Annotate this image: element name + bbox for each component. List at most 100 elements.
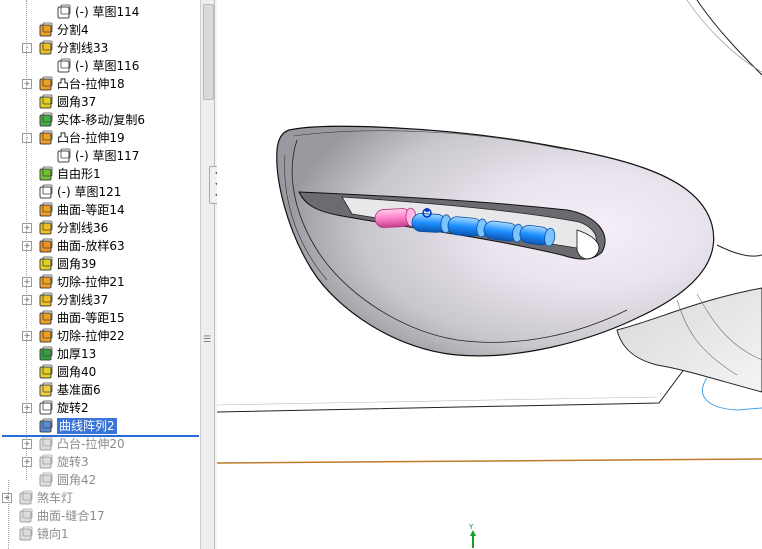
pattern-instance-cylinder bbox=[411, 213, 452, 234]
feature-tree-item[interactable]: + 切除-拉伸21 bbox=[0, 273, 200, 291]
plane-icon bbox=[38, 382, 54, 398]
feature-tree-item[interactable]: 曲面-缝合17 bbox=[0, 507, 200, 525]
feature-tree-item-label: 旋转3 bbox=[57, 455, 89, 469]
feature-tree-item[interactable]: - 凸台-拉伸19 bbox=[0, 129, 200, 147]
split-icon bbox=[38, 22, 54, 38]
feature-tree-item-label: 凸台-拉伸19 bbox=[57, 131, 125, 145]
sketch-icon bbox=[56, 4, 72, 20]
boss-extrude-icon bbox=[38, 130, 54, 146]
coordinate-triad-icon: Y bbox=[465, 522, 481, 549]
fillet-icon bbox=[38, 364, 54, 380]
feature-tree-item-label: 圆角40 bbox=[57, 365, 97, 379]
feature-tree-item-label: 凸台-拉伸18 bbox=[57, 77, 125, 91]
feature-tree-item[interactable]: + 分割线37 bbox=[0, 291, 200, 309]
expand-icon[interactable]: + bbox=[22, 277, 32, 287]
feature-tree-item[interactable]: 分割4 bbox=[0, 21, 200, 39]
feature-tree-item[interactable]: (-) 草图117 bbox=[0, 147, 200, 165]
feature-tree-item-label: 曲面-缝合17 bbox=[37, 509, 105, 523]
feature-manager-tree: (-) 草图114 分割4 - 分割线33 (-) 草图116 + 凸台-拉伸18 圆角37 实… bbox=[0, 0, 200, 549]
window-curve bbox=[716, 244, 762, 257]
feature-tree-item[interactable]: + 曲面-放样63 bbox=[0, 237, 200, 255]
feature-tree-item-label: (-) 草图116 bbox=[75, 59, 140, 73]
boss-extrude-icon bbox=[38, 76, 54, 92]
feature-tree-item[interactable]: 加厚13 bbox=[0, 345, 200, 363]
mirror-model-view bbox=[217, 0, 762, 464]
expand-icon[interactable]: + bbox=[22, 457, 32, 467]
sketch-icon bbox=[56, 148, 72, 164]
feature-tree-item[interactable]: 圆角42 bbox=[0, 471, 200, 489]
feature-tree-item[interactable]: 曲面-等距14 bbox=[0, 201, 200, 219]
freeform-icon bbox=[38, 166, 54, 182]
ground-line bbox=[217, 458, 762, 464]
collapse-icon[interactable]: - bbox=[22, 43, 32, 53]
feature-tree-item[interactable]: 圆角40 bbox=[0, 363, 200, 381]
graphics-viewport[interactable]: Y bbox=[217, 0, 762, 549]
feature-tree-item[interactable]: 自由形1 bbox=[0, 165, 200, 183]
feature-tree-item[interactable]: (-) 草图116 bbox=[0, 57, 200, 75]
split-line-icon bbox=[38, 292, 54, 308]
feature-tree-item[interactable]: + 分割线36 bbox=[0, 219, 200, 237]
feature-tree-item[interactable]: 镜向1 bbox=[0, 525, 200, 543]
feature-tree-item-label: 镜向1 bbox=[37, 527, 69, 541]
collapse-icon[interactable]: - bbox=[22, 133, 32, 143]
feature-tree-item-label: 曲面-等距15 bbox=[57, 311, 125, 325]
folder-icon bbox=[18, 490, 34, 506]
expand-icon[interactable]: + bbox=[22, 331, 32, 341]
feature-tree-item-label: 曲线阵列2 bbox=[57, 418, 117, 434]
rollback-bar[interactable] bbox=[2, 435, 199, 437]
feature-tree-item-label: (-) 草图121 bbox=[57, 185, 122, 199]
triad-y-label: Y bbox=[468, 523, 474, 531]
offset-surface-icon bbox=[38, 202, 54, 218]
revolve-icon bbox=[38, 454, 54, 470]
pattern-instance-cylinder bbox=[447, 216, 488, 238]
feature-tree-item-label: 分割4 bbox=[57, 23, 89, 37]
feature-tree-item[interactable]: 基准面6 bbox=[0, 381, 200, 399]
feature-tree-item-label: 圆角42 bbox=[57, 473, 97, 487]
cut-extrude-icon bbox=[38, 328, 54, 344]
feature-tree-item-label: 凸台-拉伸20 bbox=[57, 437, 125, 451]
feature-tree-item[interactable]: + 旋转2 bbox=[0, 399, 200, 417]
body-outline-curve bbox=[696, 0, 762, 76]
feature-tree-item-label: 曲面-放样63 bbox=[57, 239, 125, 253]
sketch-icon bbox=[38, 184, 54, 200]
loft-surface-icon bbox=[38, 238, 54, 254]
scrollbar-thumb[interactable] bbox=[203, 4, 214, 100]
feature-tree-item[interactable]: + 煞车灯 bbox=[0, 489, 200, 507]
thicken-icon bbox=[38, 346, 54, 362]
body-edge-curve bbox=[686, 0, 762, 73]
sketch-icon bbox=[56, 58, 72, 74]
expand-icon[interactable]: + bbox=[22, 295, 32, 305]
expand-icon[interactable]: + bbox=[22, 79, 32, 89]
feature-tree-item[interactable]: 曲面-等距15 bbox=[0, 309, 200, 327]
pattern-seed-cylinder bbox=[374, 207, 417, 228]
feature-tree-item[interactable]: 实体-移动/复制6 bbox=[0, 111, 200, 129]
feature-tree-item[interactable]: + 旋转3 bbox=[0, 453, 200, 471]
feature-tree-item[interactable]: + 凸台-拉伸20 bbox=[0, 435, 200, 453]
fillet-icon bbox=[38, 472, 54, 488]
tree-scrollbar[interactable]: ☰ bbox=[200, 0, 215, 549]
feature-tree-item[interactable]: + 凸台-拉伸18 bbox=[0, 75, 200, 93]
feature-tree-item-label: 圆角39 bbox=[57, 257, 97, 271]
expand-icon[interactable]: + bbox=[2, 493, 12, 503]
split-line-icon bbox=[38, 220, 54, 236]
expand-icon[interactable]: + bbox=[22, 439, 32, 449]
feature-tree-item[interactable]: (-) 草图121 bbox=[0, 183, 200, 201]
split-line-icon bbox=[38, 40, 54, 56]
feature-tree-item[interactable]: 曲线阵列2 bbox=[0, 417, 200, 435]
feature-tree-item[interactable]: 圆角39 bbox=[0, 255, 200, 273]
feature-tree-item-label: 基准面6 bbox=[57, 383, 101, 397]
expand-icon[interactable]: + bbox=[22, 223, 32, 233]
feature-tree-item[interactable]: (-) 草图114 bbox=[0, 3, 200, 21]
knit-surface-icon bbox=[18, 508, 34, 524]
feature-tree-item[interactable]: 圆角37 bbox=[0, 93, 200, 111]
feature-tree-item-label: (-) 草图117 bbox=[75, 149, 140, 163]
expand-icon[interactable]: + bbox=[22, 241, 32, 251]
feature-tree-item[interactable]: - 分割线33 bbox=[0, 39, 200, 57]
feature-tree-item[interactable]: + 切除-拉伸22 bbox=[0, 327, 200, 345]
feature-tree-item-label: 煞车灯 bbox=[37, 491, 74, 505]
cut-extrude-icon bbox=[38, 274, 54, 290]
expand-icon[interactable]: + bbox=[22, 403, 32, 413]
boss-extrude-icon bbox=[38, 436, 54, 452]
feature-tree-item-label: 分割线37 bbox=[57, 293, 109, 307]
move-copy-body-icon bbox=[38, 112, 54, 128]
